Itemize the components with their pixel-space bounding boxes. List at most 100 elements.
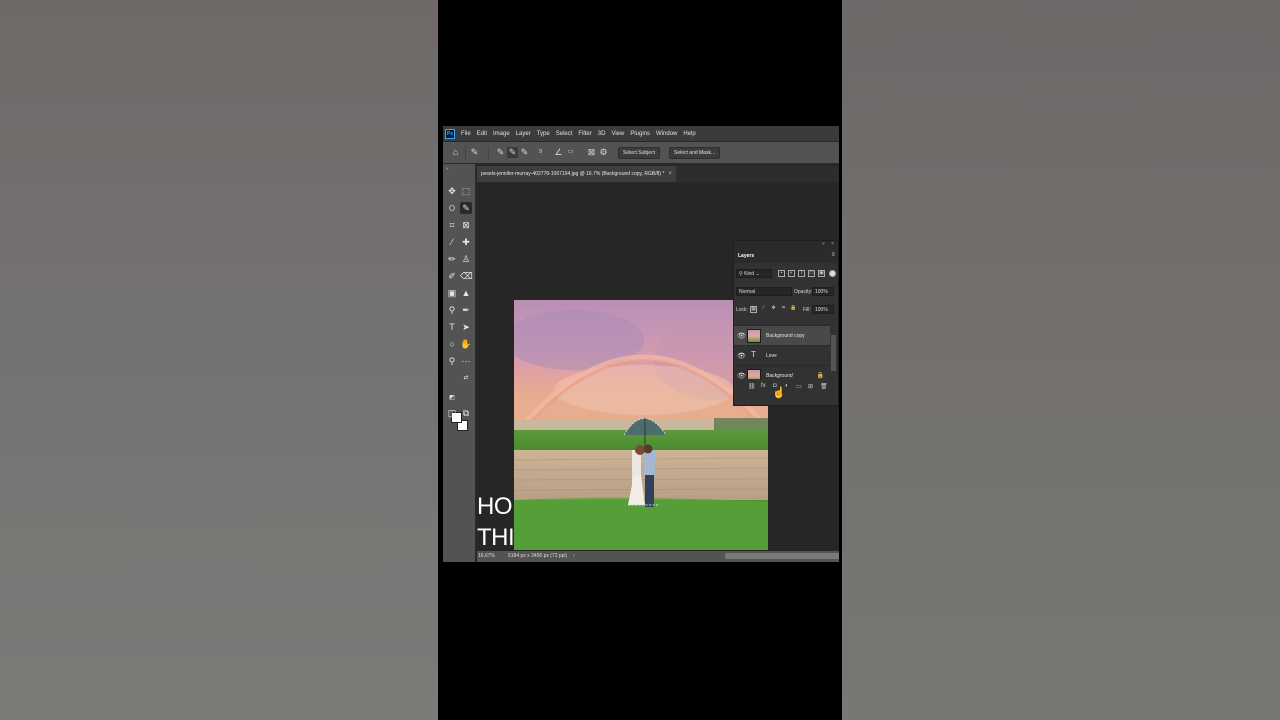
swap-colors-icon[interactable]: ⇄ xyxy=(460,372,472,384)
filter-adjustment-icon[interactable]: ◐ xyxy=(788,270,795,277)
zoom-tool-icon[interactable]: ⚲ xyxy=(446,355,458,367)
sample-all-layers-icon[interactable]: ⊠ xyxy=(586,147,597,158)
trash-icon[interactable]: 🗑 xyxy=(820,383,828,390)
menu-view[interactable]: View xyxy=(608,131,627,137)
filter-toggle-icon[interactable] xyxy=(829,270,836,277)
layer-background[interactable]: 👁 Background 🔒 xyxy=(734,365,830,379)
document-tab[interactable]: pexels-jennifer-murray-402778-1067194.jp… xyxy=(477,166,676,182)
menu-window[interactable]: Window xyxy=(653,131,680,137)
panel-collapse-icon[interactable]: « xyxy=(446,166,449,172)
menu-select[interactable]: Select xyxy=(553,131,576,137)
screen-mode-icon[interactable]: ⧉ xyxy=(460,407,472,419)
brush-size-picker[interactable]: 9 xyxy=(535,147,546,158)
subtract-from-selection-icon[interactable]: ✎ xyxy=(519,147,530,158)
move-tool-icon[interactable]: ✥ xyxy=(446,185,458,197)
quick-selection-tool-preset-icon[interactable]: ✎ xyxy=(469,147,480,158)
visibility-eye-icon[interactable]: 👁 xyxy=(737,332,746,340)
enhance-edge-icon[interactable]: ⚙ xyxy=(598,147,609,158)
menu-help[interactable]: Help xyxy=(680,131,698,137)
menu-type[interactable]: Type xyxy=(534,131,553,137)
filter-type-icon[interactable]: T xyxy=(798,270,805,277)
type-tool-icon[interactable]: T xyxy=(446,321,458,333)
blend-mode-select[interactable]: Normal xyxy=(736,287,792,296)
layers-scrollbar[interactable] xyxy=(831,335,836,371)
menu-filter[interactable]: Filter xyxy=(575,131,594,137)
lock-all-icon[interactable]: 🔒 xyxy=(790,306,797,313)
filter-smart-object-icon[interactable]: ▣ xyxy=(818,270,825,277)
lock-artboard-icon[interactable]: ⌗ xyxy=(780,306,787,313)
filter-row: ⚲ Kind ⌄ ▪ ◐ T ▭ ▣ xyxy=(734,267,838,281)
options-divider xyxy=(488,146,489,160)
quick-mask-icon[interactable]: ◫ xyxy=(446,407,458,419)
photoshop-window: Ps File Edit Image Layer Type Select Fil… xyxy=(443,126,839,562)
tools-panel: « ✥ ⬚ ଠ ✎ ⌗ ⊠ ⁄ ✚ ✏ ♙ ✐ ⌫ ▣ ▲ ⚲ ✒ T ➤ ○ … xyxy=(443,164,476,562)
healing-brush-tool-icon[interactable]: ✚ xyxy=(460,236,472,248)
filter-kind-value: Kind xyxy=(744,271,755,277)
zoom-level[interactable]: 16.67% xyxy=(478,553,495,559)
lock-position-icon[interactable]: ✥ xyxy=(770,306,777,313)
lock-image-pixels-icon[interactable]: ⁄ xyxy=(760,306,767,313)
menu-file[interactable]: File xyxy=(458,131,474,137)
lasso-tool-icon[interactable]: ଠ xyxy=(446,202,458,214)
close-tab-icon[interactable]: × xyxy=(668,166,672,182)
document-tab-bar: pexels-jennifer-murray-402778-1067194.jp… xyxy=(477,166,839,182)
status-arrow-icon[interactable]: › xyxy=(573,553,575,559)
more-tools-icon[interactable]: ⋯ xyxy=(460,355,472,367)
gradient-tool-icon[interactable]: ▣ xyxy=(446,287,458,299)
layer-thumbnail xyxy=(747,369,761,379)
filter-shape-icon[interactable]: ▭ xyxy=(808,270,815,277)
filter-kind-select[interactable]: ⚲ Kind ⌄ xyxy=(736,269,772,278)
menu-3d[interactable]: 3D xyxy=(595,131,609,137)
fill-field[interactable]: 100% xyxy=(812,305,834,314)
brush-tool-icon[interactable]: ✏ xyxy=(446,253,458,265)
path-selection-tool-icon[interactable]: ➤ xyxy=(460,321,472,333)
ellipse-tool-icon[interactable]: ○ xyxy=(446,338,458,350)
new-group-icon[interactable]: ▭ xyxy=(796,383,802,390)
lock-row: Lock: ▦ ⁄ ✥ ⌗ 🔒 Fill: 100% xyxy=(734,303,838,317)
menu-image[interactable]: Image xyxy=(490,131,513,137)
menu-layer[interactable]: Layer xyxy=(513,131,534,137)
layers-tab[interactable]: Layers ≡ xyxy=(734,249,838,263)
blur-tool-icon[interactable]: ▲ xyxy=(460,287,472,299)
marquee-tool-icon[interactable]: ⬚ xyxy=(460,185,472,197)
collapse-panel-icon[interactable]: « xyxy=(822,241,825,247)
hand-tool-icon[interactable]: ✋ xyxy=(460,338,472,350)
frame-tool-icon[interactable]: ⊠ xyxy=(460,219,472,231)
add-to-selection-icon[interactable]: ✎ xyxy=(507,147,518,158)
quick-selection-tool-icon[interactable]: ✎ xyxy=(460,202,472,214)
select-and-mask-button[interactable]: Select and Mask... xyxy=(669,147,721,159)
angle-field[interactable]: ▭ xyxy=(565,147,576,158)
close-panel-icon[interactable]: × xyxy=(831,241,834,247)
new-layer-icon[interactable]: ⊞ xyxy=(808,383,813,390)
select-subject-button[interactable]: Select Subject xyxy=(618,147,660,159)
layer-love[interactable]: 👁 T Love xyxy=(734,345,830,365)
lock-transparent-pixels-icon[interactable]: ▦ xyxy=(750,306,757,313)
menu-plugins[interactable]: Plugins xyxy=(627,131,653,137)
default-colors-icon[interactable]: ◩ xyxy=(446,392,458,404)
crop-tool-icon[interactable]: ⌗ xyxy=(446,219,458,231)
horizontal-scrollbar[interactable] xyxy=(725,553,839,559)
layer-background-copy[interactable]: 👁 Background copy xyxy=(734,325,830,345)
visibility-eye-icon[interactable]: 👁 xyxy=(737,372,746,379)
new-selection-icon[interactable]: ✎ xyxy=(495,147,506,158)
blurred-background-right xyxy=(842,0,1280,720)
clone-stamp-tool-icon[interactable]: ♙ xyxy=(460,253,472,265)
menu-edit[interactable]: Edit xyxy=(474,131,490,137)
link-layers-icon[interactable]: ⛓ xyxy=(748,383,756,390)
fx-icon[interactable]: fx xyxy=(761,383,766,389)
dodge-tool-icon[interactable]: ⚲ xyxy=(446,304,458,316)
angle-icon[interactable]: ∠ xyxy=(553,147,564,158)
document-image[interactable] xyxy=(514,300,768,550)
panel-menu-icon[interactable]: ≡ xyxy=(831,252,835,258)
home-icon[interactable]: ⌂ xyxy=(450,147,461,158)
eyedropper-tool-icon[interactable]: ⁄ xyxy=(446,236,458,248)
history-brush-tool-icon[interactable]: ✐ xyxy=(446,270,458,282)
visibility-eye-icon[interactable]: 👁 xyxy=(737,352,746,360)
pen-tool-icon[interactable]: ✒ xyxy=(460,304,472,316)
layer-thumbnail xyxy=(747,329,761,343)
opacity-field[interactable]: 100% xyxy=(812,287,834,296)
layers-tab-label: Layers xyxy=(738,253,755,259)
filter-pixel-icon[interactable]: ▪ xyxy=(778,270,785,277)
layer-lock-icon[interactable]: 🔒 xyxy=(817,372,824,379)
eraser-tool-icon[interactable]: ⌫ xyxy=(460,270,473,282)
